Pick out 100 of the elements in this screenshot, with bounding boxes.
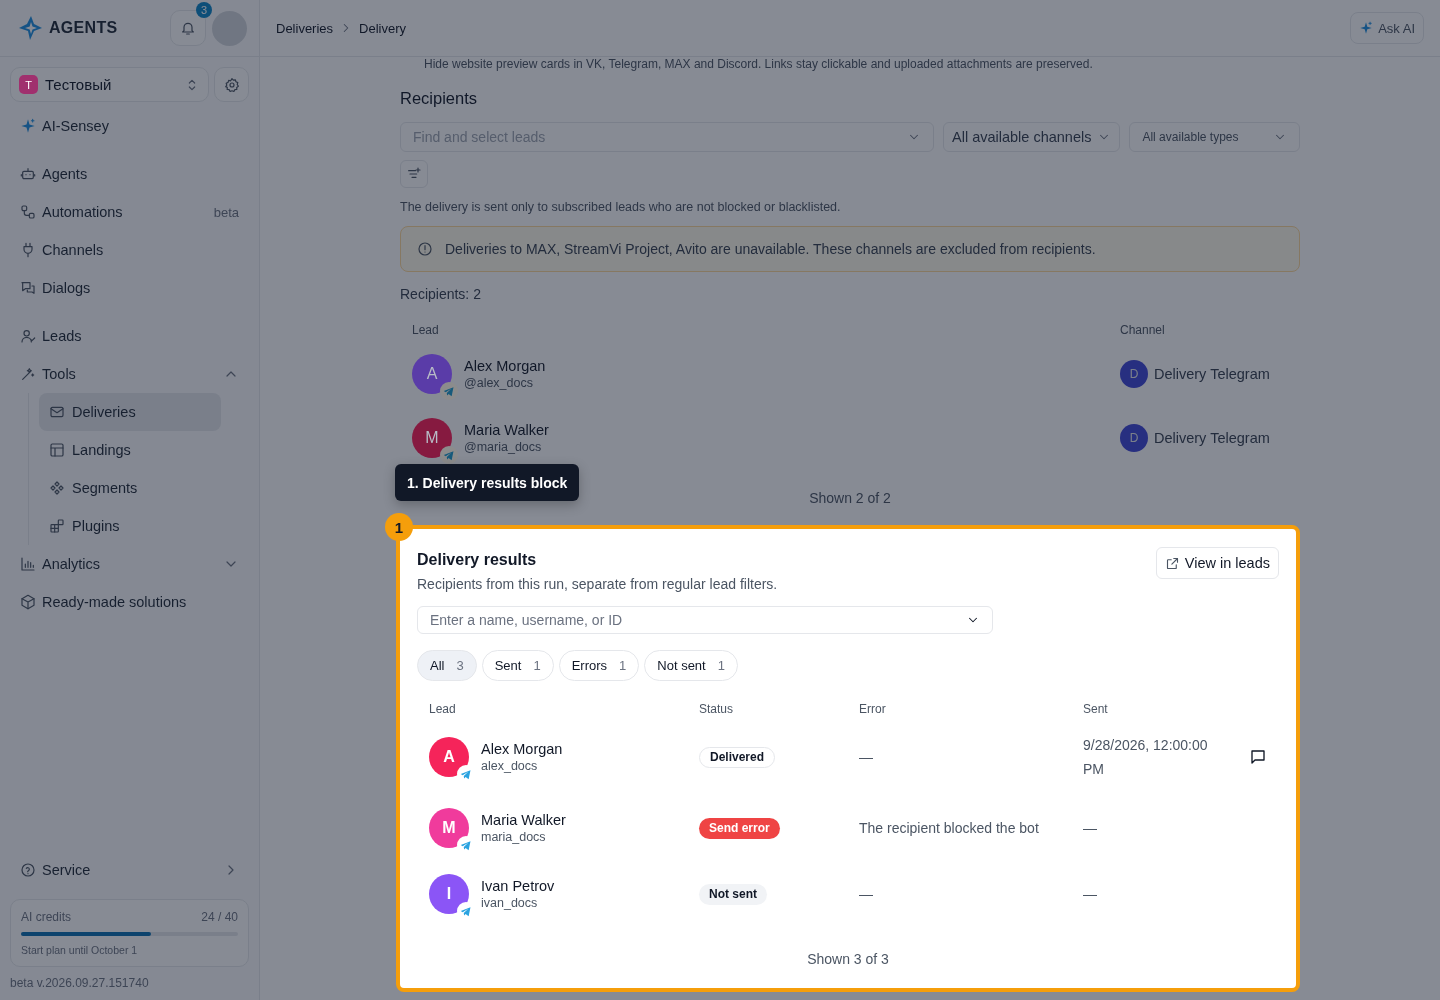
- card-subtitle: Recipients from this run, separate from regular lead filters.: [417, 576, 778, 592]
- lead-name: Ivan Petrov: [481, 878, 555, 894]
- status-badge: Send error: [699, 817, 780, 839]
- channel-select[interactable]: All available channels: [943, 122, 1121, 152]
- sent-time: 9/28/2026, 12:00:00 PM: [1083, 736, 1209, 779]
- service-item[interactable]: Service: [10, 851, 249, 889]
- cube-icon: [20, 594, 36, 610]
- credits-reading: 24 / 40: [201, 910, 238, 924]
- nav-item[interactable]: Leads: [10, 317, 249, 355]
- avatar: M: [429, 808, 469, 848]
- lead-name: Maria Walker: [481, 812, 566, 828]
- nav-item[interactable]: Dialogs: [10, 269, 249, 307]
- layout-icon: [49, 442, 65, 458]
- nav-subitem[interactable]: Segments: [39, 469, 221, 507]
- telegram-icon: [440, 382, 458, 400]
- message-icon[interactable]: [1249, 748, 1267, 766]
- nav-item[interactable]: Agents: [10, 155, 249, 193]
- error-text: —: [859, 749, 873, 765]
- card-title: Delivery results: [417, 551, 538, 569]
- view-in-leads-button[interactable]: View in leads: [1155, 547, 1279, 579]
- channel-avatar: D: [1120, 424, 1148, 452]
- hint-text: Hide website preview cards in VK, Telegram, MAX and Discord. Links stay clickable and uploaded attachments are preserved.: [423, 57, 1094, 71]
- alert-text: Deliveries to MAX, StreamVi Project, Avito are unavailable. These channels are excluded from recipients.: [445, 241, 1096, 257]
- step-badge: 1: [385, 513, 413, 541]
- user-icon: [20, 328, 36, 344]
- error-text: —: [859, 886, 873, 902]
- notification-count: 3: [196, 2, 212, 18]
- filter-chip[interactable]: Not sent 1: [644, 650, 738, 681]
- lead-username: ivan_docs: [481, 896, 539, 910]
- sparkle-icon: [20, 118, 36, 134]
- column-header: Lead: [429, 702, 457, 716]
- nav-item[interactable]: Analytics: [10, 545, 249, 583]
- nav-item[interactable]: Automations beta: [10, 193, 249, 231]
- channel-name: Delivery Telegram: [1154, 366, 1270, 382]
- mail-icon: [49, 404, 65, 420]
- lead-name: Alex Morgan: [464, 358, 546, 374]
- status-badge: Delivered: [699, 746, 776, 768]
- avatar: A: [412, 354, 452, 394]
- nav-subitem[interactable]: Landings: [39, 431, 221, 469]
- column-header: Lead: [412, 323, 439, 337]
- plug-icon: [20, 242, 36, 258]
- channel-avatar: D: [1120, 360, 1148, 388]
- chat-icon: [20, 280, 36, 296]
- nav-item[interactable]: AI-Sensey: [10, 107, 249, 145]
- plan-note: Start plan until October 1: [21, 944, 139, 956]
- type-select[interactable]: All available types: [1129, 122, 1300, 152]
- logo-text: AGENTS: [49, 19, 118, 37]
- bell-icon: [180, 20, 196, 36]
- settings-button[interactable]: [214, 67, 249, 102]
- filter-chip[interactable]: All 3: [417, 650, 477, 681]
- lead-name: Maria Walker: [464, 422, 549, 438]
- avatar: I: [429, 874, 469, 914]
- nav-item[interactable]: Tools: [10, 355, 249, 393]
- workspace-select[interactable]: T Тестовый: [10, 67, 209, 102]
- workspace-avatar: T: [19, 75, 38, 94]
- blocks-icon: [49, 518, 65, 534]
- error-text: The recipient blocked the bot: [859, 820, 1039, 836]
- logo-icon: [18, 15, 44, 41]
- shown-count: Shown 3 of 3: [806, 951, 890, 967]
- breadcrumb-link[interactable]: Deliveries: [276, 20, 334, 36]
- recipients-count: Recipients: 2: [400, 286, 482, 302]
- filter-chip[interactable]: Sent 1: [481, 650, 554, 681]
- nav-item[interactable]: Ready-made solutions: [10, 583, 249, 621]
- column-header: Channel: [1120, 323, 1166, 337]
- filter-button[interactable]: [400, 160, 428, 188]
- shown-count: Shown 2 of 2: [808, 490, 892, 506]
- column-header: Sent: [1083, 702, 1109, 716]
- lead-username: @alex_docs: [464, 376, 534, 390]
- diamond-dots-icon: [49, 480, 65, 496]
- status-badge: Not sent: [699, 883, 767, 905]
- filter-chip[interactable]: Errors 1: [558, 650, 640, 681]
- ask-ai-button[interactable]: Ask AI: [1350, 12, 1424, 44]
- nav-item[interactable]: Channels: [10, 231, 249, 269]
- alert-icon: [417, 241, 433, 257]
- credits-label: AI credits: [21, 910, 71, 924]
- lead-name: Alex Morgan: [481, 741, 563, 757]
- avatar: A: [429, 737, 469, 777]
- search-field[interactable]: Enter a name, username, or ID: [417, 606, 993, 634]
- breadcrumb-link[interactable]: Delivery: [359, 20, 407, 36]
- nav-subitem[interactable]: Plugins: [39, 507, 221, 545]
- lead-username: @maria_docs: [464, 440, 543, 454]
- external-link-icon: [1164, 555, 1180, 571]
- sparkle-icon: [1359, 21, 1374, 35]
- lead-username: maria_docs: [481, 830, 547, 844]
- nav-subitem[interactable]: Deliveries: [39, 393, 221, 431]
- bar-chart-icon: [20, 556, 36, 572]
- sent-time: —: [1083, 819, 1097, 838]
- settings-icon: [223, 76, 240, 93]
- nodes-icon: [20, 204, 36, 220]
- tour-tooltip: 1. Delivery results block: [395, 464, 580, 501]
- channel-name: Delivery Telegram: [1154, 430, 1270, 446]
- robot-icon: [20, 166, 36, 182]
- column-header: Status: [699, 702, 735, 716]
- sent-time: —: [1083, 885, 1097, 904]
- column-header: Error: [859, 702, 887, 716]
- version-text: beta v.2026.09.27.151740: [10, 976, 150, 990]
- beta-label: beta: [213, 204, 239, 220]
- section-title: Recipients: [400, 89, 479, 108]
- wand-icon: [20, 366, 36, 382]
- lead-username: alex_docs: [481, 759, 539, 773]
